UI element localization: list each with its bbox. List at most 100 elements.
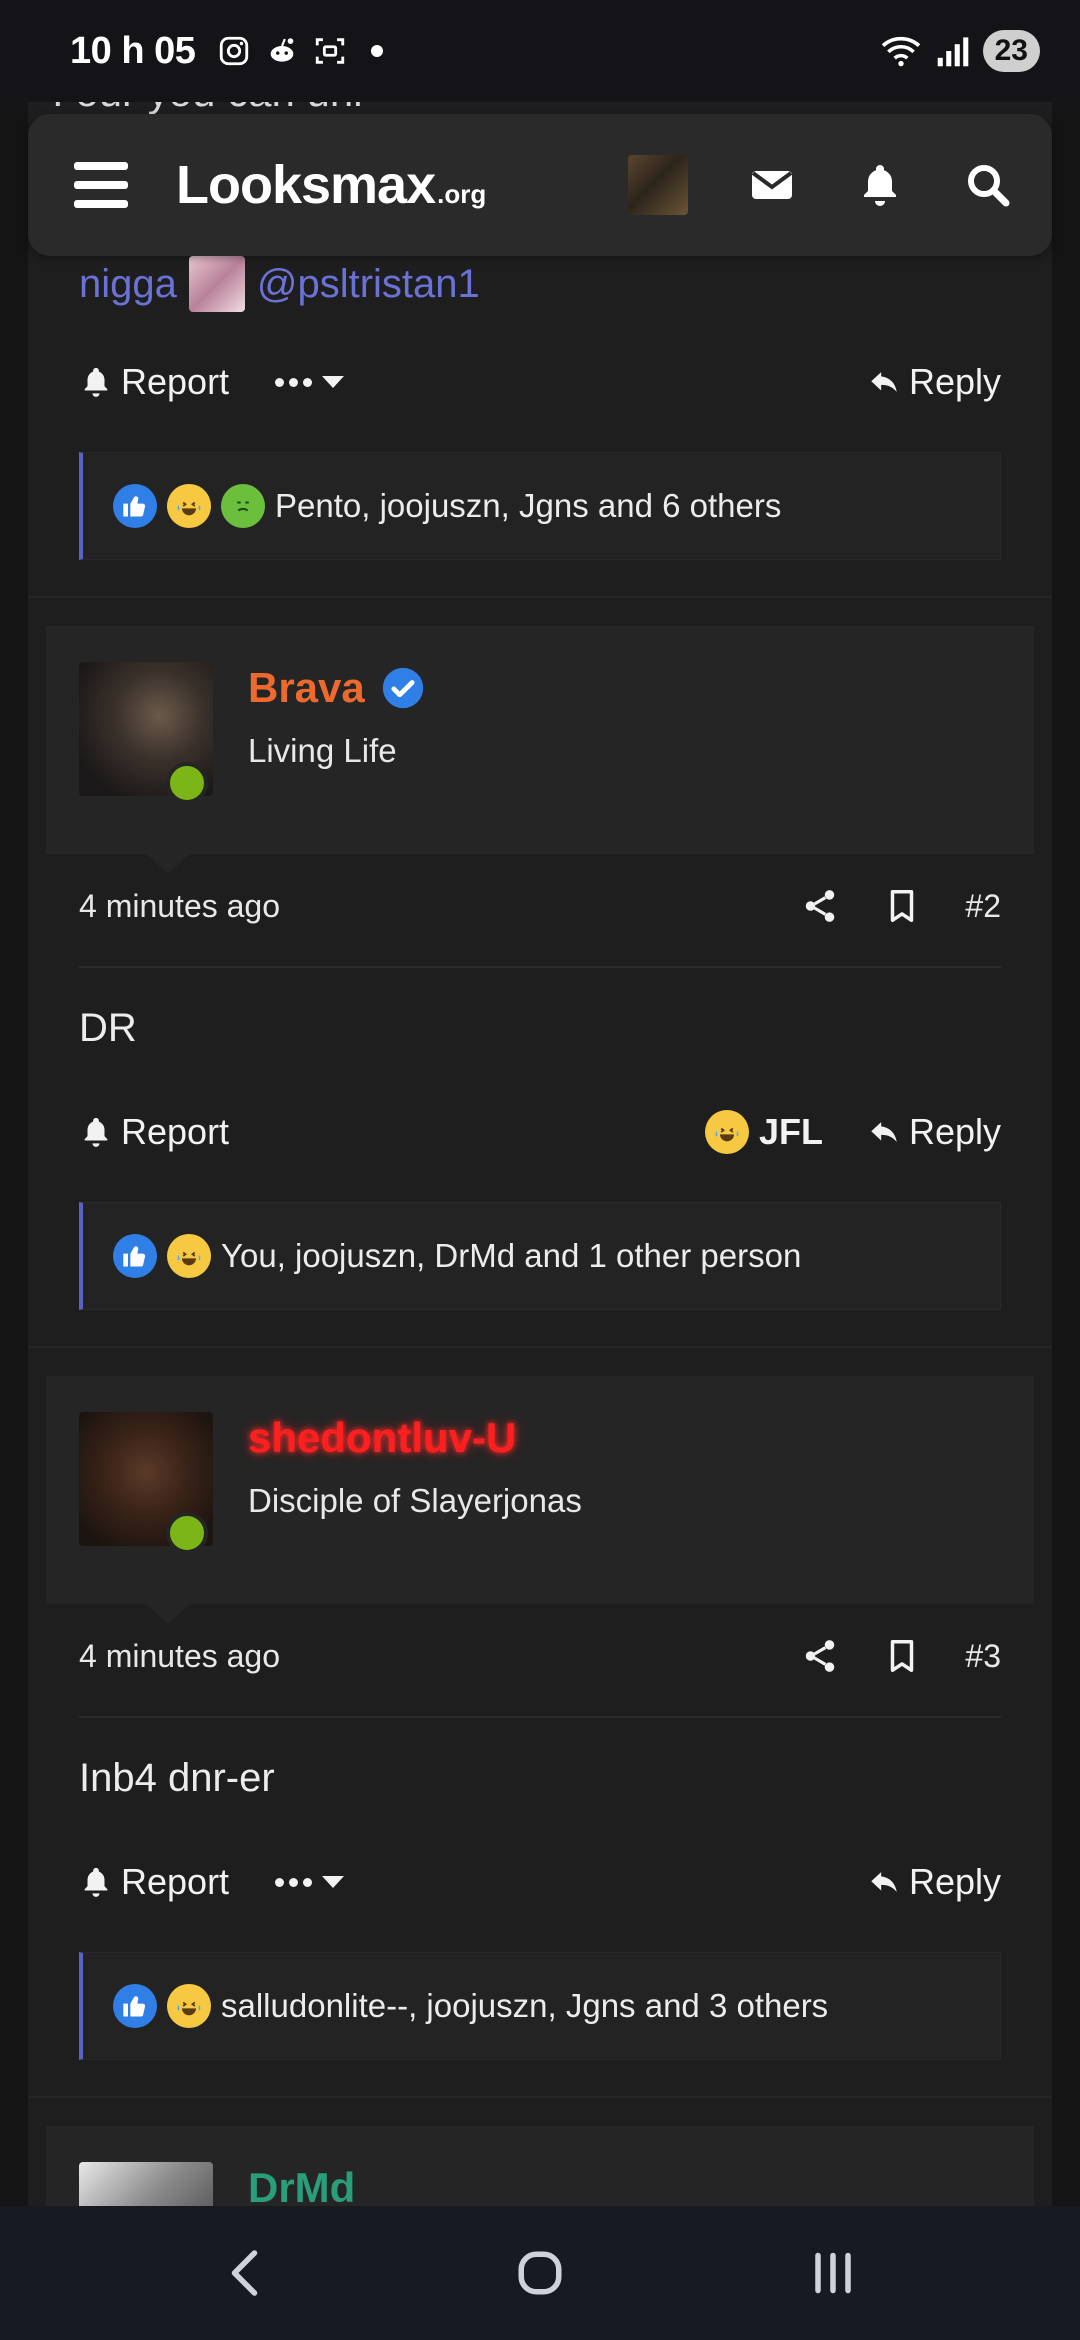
- menu-icon[interactable]: [74, 162, 128, 208]
- bell-icon: [84, 367, 108, 397]
- post4-username-text: DrMd: [248, 2164, 356, 2206]
- post2-report-button[interactable]: Report: [79, 1111, 229, 1153]
- nauseated-icon: [221, 484, 265, 528]
- laugh-cry-icon: [167, 484, 211, 528]
- reply-icon: [871, 1122, 897, 1142]
- post2-user-title: Living Life: [248, 732, 397, 769]
- post1-reactions-bar[interactable]: Pento, joojuszn, Jgns and 6 others: [79, 452, 1001, 560]
- share-icon[interactable]: [801, 1637, 839, 1675]
- post3-user-title: Disciple of Slayerjonas: [248, 1482, 582, 1519]
- post4-username[interactable]: DrMd: [248, 2164, 355, 2206]
- notification-icons: [217, 34, 384, 68]
- signal-icon: [937, 37, 968, 67]
- verified-badge-icon: [382, 667, 423, 709]
- back-button[interactable]: [207, 2233, 287, 2313]
- card-pointer: [146, 1604, 190, 1624]
- bell-icon[interactable]: [856, 161, 904, 209]
- post3-username[interactable]: shedontluv-U: [248, 1414, 516, 1462]
- post4-avatar[interactable]: [79, 2162, 213, 2206]
- post2-reply-label: Reply: [908, 1111, 1001, 1152]
- post2-actions: Report JFL Reply: [79, 1102, 1001, 1162]
- envelope-icon[interactable]: [748, 161, 796, 209]
- account-avatar[interactable]: [628, 155, 688, 215]
- instagram-icon: [220, 36, 249, 66]
- post2-jfl-reaction-button[interactable]: JFL: [704, 1110, 823, 1154]
- post2-user-card: Brava Living Life: [46, 626, 1034, 874]
- logo-text: Looksmax: [176, 155, 436, 215]
- left-rail: [0, 102, 28, 2206]
- bookmark-icon[interactable]: [883, 887, 921, 925]
- post2-reply-button[interactable]: Reply: [867, 1111, 1001, 1153]
- post3-report-button[interactable]: Report: [79, 1861, 229, 1903]
- logo-tld: .org: [437, 179, 487, 209]
- post3-more-button[interactable]: [275, 1876, 345, 1888]
- post2-username[interactable]: Brava: [248, 664, 425, 712]
- meta-separator: [79, 1716, 1001, 1718]
- post1-reply-label: Reply: [908, 361, 1001, 402]
- ellipsis-icon: [275, 1877, 313, 1887]
- post-separator: [28, 596, 1052, 598]
- post3-reply-button[interactable]: Reply: [867, 1861, 1001, 1903]
- home-icon: [518, 2251, 562, 2295]
- share-icon[interactable]: [801, 887, 839, 925]
- post1-reply-button[interactable]: Reply: [867, 361, 1001, 403]
- ellipsis-icon: [275, 377, 313, 387]
- mention-thumbnail[interactable]: [188, 256, 245, 312]
- home-button[interactable]: [500, 2233, 580, 2313]
- post3-reactions-text: salludonlite--, joojuszn, Jgns and 3 oth…: [221, 1987, 829, 2024]
- like-icon: [113, 1984, 157, 2028]
- post1-report-button[interactable]: Report: [79, 361, 229, 403]
- post3-user-card: shedontluv-U Disciple of Slayerjonas: [46, 1376, 1034, 1624]
- post1-mention-word: nigga: [79, 261, 177, 306]
- post2-time[interactable]: 4 minutes ago: [79, 888, 280, 925]
- post3-report-label: Report: [121, 1861, 230, 1902]
- post2-jfl-label: JFL: [758, 1111, 823, 1152]
- post1-reactions-text: Pento, joojuszn, Jgns and 6 others: [275, 487, 782, 524]
- post3-meta-row: 4 minutes ago #3: [79, 1626, 1001, 1686]
- site-header: Looksmax .org: [28, 114, 1052, 256]
- bell-icon: [84, 1117, 108, 1147]
- post3-reply-label: Reply: [908, 1861, 1001, 1902]
- post4-user-card: DrMd: [46, 2126, 1034, 2206]
- post-separator: [28, 1346, 1052, 1348]
- post3-time[interactable]: 4 minutes ago: [79, 1638, 280, 1675]
- post3-username-text: shedontluv-U: [248, 1414, 517, 1461]
- like-icon: [113, 484, 157, 528]
- screenshot-icon: [316, 38, 345, 64]
- meta-separator: [79, 966, 1001, 968]
- system-nav-bar: [0, 2206, 1080, 2340]
- laugh-cry-icon: [704, 1110, 749, 1154]
- site-logo[interactable]: Looksmax .org: [176, 154, 486, 216]
- status-bar: 10 h 05 23: [0, 0, 1080, 102]
- status-time: 10 h 05: [70, 29, 196, 72]
- bell-icon: [84, 1867, 108, 1897]
- online-indicator: [166, 1512, 208, 1554]
- post3-number[interactable]: #3: [965, 1638, 1001, 1675]
- recents-button[interactable]: [793, 2233, 873, 2313]
- card-pointer: [146, 854, 190, 874]
- post1-report-label: Report: [121, 361, 230, 402]
- search-icon[interactable]: [964, 161, 1012, 209]
- more-notifications-dot: [371, 45, 384, 57]
- post2-meta-row: 4 minutes ago #2: [79, 876, 1001, 936]
- post1-mention-link[interactable]: @psltristan1: [257, 262, 480, 307]
- post3-actions: Report Reply: [79, 1852, 1001, 1912]
- laugh-cry-icon: [167, 1234, 211, 1278]
- post3-reactions-bar[interactable]: salludonlite--, joojuszn, Jgns and 3 oth…: [79, 1952, 1001, 2060]
- post1-actions: Report Reply: [79, 352, 1001, 412]
- online-indicator: [166, 762, 208, 804]
- post1-more-button[interactable]: [275, 376, 345, 388]
- battery-indicator: 23: [982, 30, 1040, 72]
- post2-number[interactable]: #2: [965, 888, 1001, 925]
- back-icon: [231, 2250, 257, 2296]
- bookmark-icon[interactable]: [883, 1637, 921, 1675]
- reddit-icon: [271, 38, 294, 62]
- post2-reactions-bar[interactable]: You, joojuszn, DrMd and 1 other person: [79, 1202, 1001, 1310]
- post2-body: DR: [79, 1006, 137, 1050]
- caret-down-icon: [322, 376, 345, 388]
- post1-mention-line: nigga @psltristan1: [79, 256, 480, 312]
- reply-icon: [871, 372, 897, 392]
- post-separator: [28, 2096, 1052, 2098]
- post2-reactions-text: You, joojuszn, DrMd and 1 other person: [221, 1237, 802, 1274]
- post3-body: Inb4 dnr-er: [79, 1756, 275, 1800]
